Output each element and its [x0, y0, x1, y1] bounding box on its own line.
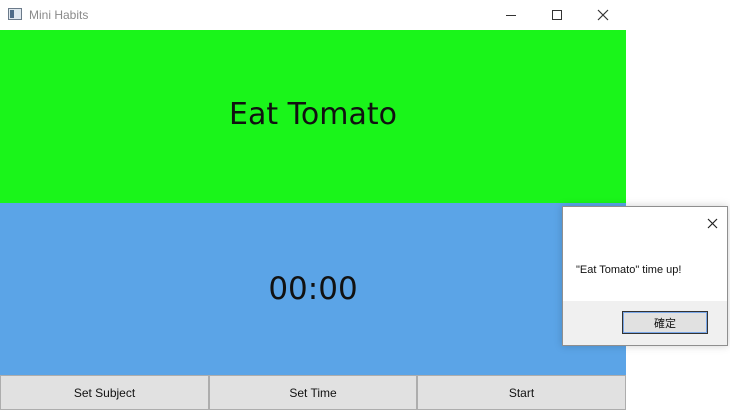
minimize-button[interactable] — [488, 0, 534, 30]
start-button[interactable]: Start — [417, 375, 626, 410]
app-icon — [8, 8, 22, 20]
set-subject-button[interactable]: Set Subject — [0, 375, 209, 410]
time-up-dialog: "Eat Tomato" time up! 確定 — [562, 206, 728, 346]
main-window: Mini Habits Eat Tomato 00:00 Set Subject… — [0, 0, 626, 410]
timer-display: 00:00 — [268, 271, 358, 307]
subject-panel: Eat Tomato — [0, 30, 626, 203]
dialog-message: "Eat Tomato" time up! — [576, 264, 682, 276]
close-icon — [597, 9, 609, 21]
action-button-row: Set Subject Set Time Start — [0, 375, 626, 410]
close-icon — [707, 218, 717, 228]
ok-button[interactable]: 確定 — [622, 311, 708, 334]
set-time-button[interactable]: Set Time — [209, 375, 417, 410]
title-bar[interactable]: Mini Habits — [0, 0, 626, 30]
window-title: Mini Habits — [29, 8, 89, 22]
timer-panel: 00:00 — [0, 203, 626, 375]
close-button[interactable] — [580, 0, 626, 30]
minimize-icon — [506, 15, 516, 16]
maximize-icon — [552, 10, 562, 20]
dialog-close-button[interactable] — [699, 211, 725, 235]
maximize-button[interactable] — [534, 0, 580, 30]
dialog-footer: 確定 — [563, 301, 727, 345]
subject-label: Eat Tomato — [229, 96, 397, 132]
